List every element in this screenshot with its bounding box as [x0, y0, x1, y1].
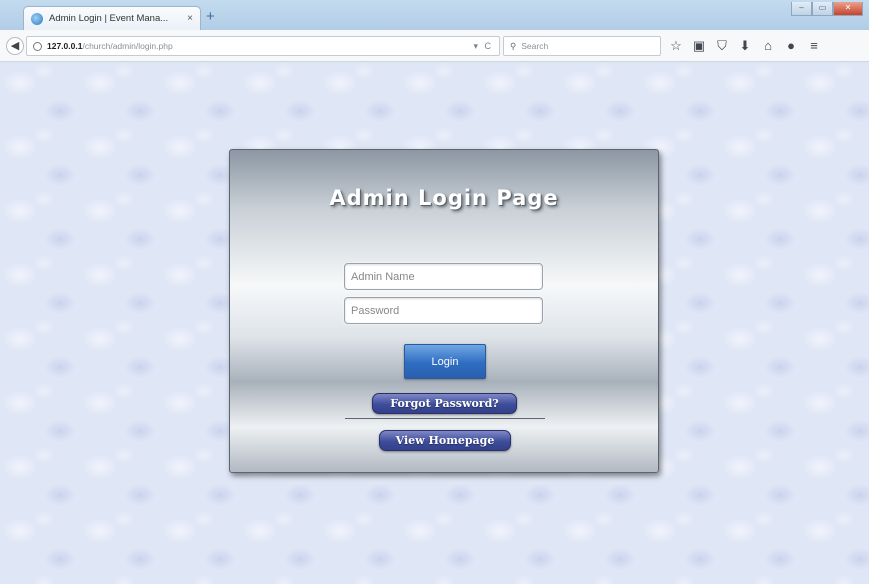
login-button[interactable]: Login [404, 344, 486, 379]
new-tab-button[interactable]: + [206, 8, 215, 26]
pocket-icon[interactable]: ⛉ [713, 37, 731, 55]
search-placeholder: Search [521, 41, 549, 51]
view-homepage-button[interactable]: View Homepage [379, 430, 511, 451]
page-title: Admin Login Page [329, 186, 559, 210]
browser-navbar: ◀ 127.0.0.1 /church/admin/login.php ▾ C … [0, 30, 869, 62]
url-path: /church/admin/login.php [82, 41, 173, 51]
window-controls: – ▭ ✕ [791, 2, 863, 16]
clipboard-icon[interactable]: ▣ [690, 37, 708, 55]
back-arrow-icon: ◀ [10, 40, 20, 52]
url-host: 127.0.0.1 [47, 41, 83, 51]
close-window-button[interactable]: ✕ [833, 2, 863, 16]
star-icon[interactable]: ☆ [667, 37, 685, 55]
minimize-button[interactable]: – [791, 2, 812, 16]
tab-title: Admin Login | Event Mana... [49, 13, 169, 24]
chat-icon[interactable]: ● [782, 37, 800, 55]
site-info-icon[interactable] [33, 41, 42, 51]
reload-button[interactable]: ▾ C [473, 41, 493, 52]
admin-name-input[interactable] [344, 263, 543, 290]
home-icon[interactable]: ⌂ [759, 37, 777, 55]
forgot-password-button[interactable]: Forgot Password? [372, 393, 517, 414]
maximize-button[interactable]: ▭ [812, 2, 833, 16]
divider [345, 418, 545, 419]
password-input[interactable] [344, 297, 543, 324]
browser-titlebar: Admin Login | Event Mana... × + – ▭ ✕ [0, 0, 869, 30]
address-bar[interactable]: 127.0.0.1 /church/admin/login.php ▾ C [26, 36, 500, 56]
login-card: Admin Login Page Login Forgot Password? … [229, 149, 659, 473]
menu-icon[interactable]: ≡ [805, 37, 823, 55]
toolbar-icons: ☆ ▣ ⛉ ⬇ ⌂ ● ≡ [667, 37, 823, 55]
back-button[interactable]: ◀ [6, 37, 24, 55]
globe-favicon-icon [31, 12, 43, 25]
download-icon[interactable]: ⬇ [736, 37, 754, 55]
search-icon: ⚲ [510, 40, 517, 51]
page-background: Admin Login Page Login Forgot Password? … [0, 63, 869, 584]
browser-tab-active[interactable]: Admin Login | Event Mana... × [23, 6, 201, 30]
search-bar[interactable]: ⚲ Search [503, 36, 661, 56]
tab-close-icon[interactable]: × [187, 13, 193, 24]
